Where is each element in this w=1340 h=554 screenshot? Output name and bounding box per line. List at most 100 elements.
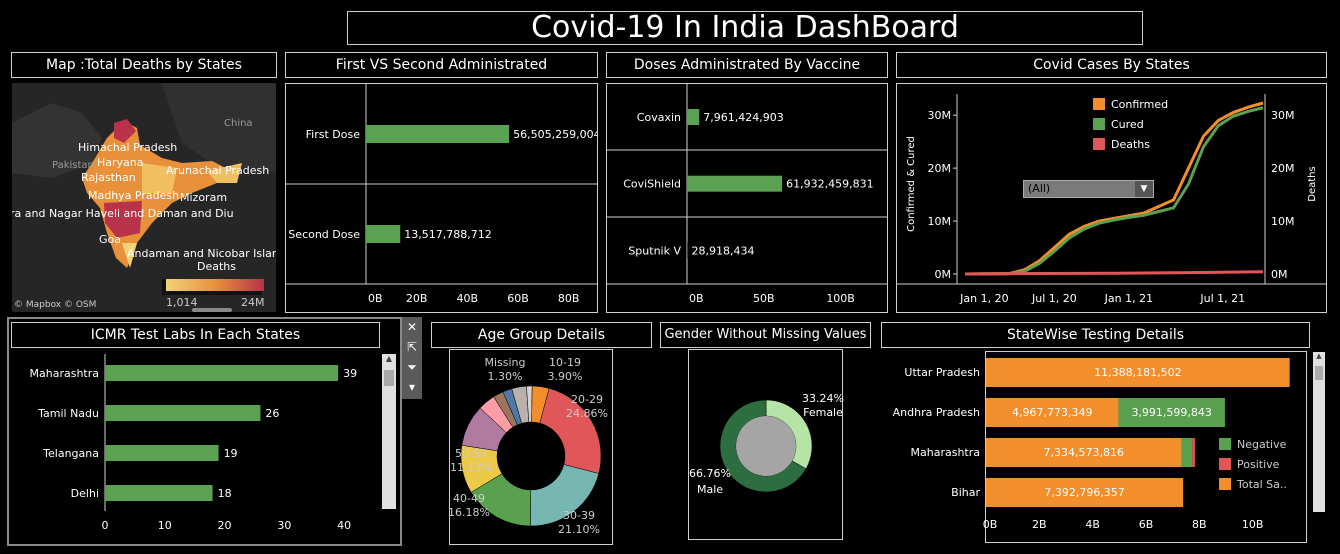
- map-resize-handle[interactable]: [192, 308, 232, 312]
- data-label: 11,388,181,502: [1094, 366, 1181, 379]
- age-group-title: Age Group Details: [431, 322, 652, 348]
- doses-by-vaccine-title: Doses Administrated By Vaccine: [606, 52, 888, 78]
- slice-pct: 21.10%: [558, 523, 600, 536]
- first-vs-second-chart: First Dose 56,505,259,004 Second Dose 13,51…: [286, 84, 601, 305]
- legend-label: Cured: [1111, 118, 1144, 131]
- first-vs-second-title: First VS Second Administrated: [285, 52, 598, 78]
- slice-label: Missing: [484, 356, 525, 369]
- category-label: Delhi: [71, 487, 99, 500]
- panel-controls: ✕ ⇱ ⏷ ▾: [402, 317, 422, 399]
- slice-pct: 16.18%: [448, 506, 490, 519]
- slice-pct: 11.13%: [450, 461, 492, 474]
- more-options-icon[interactable]: ▾: [402, 377, 422, 397]
- slice-label: 20-29: [571, 393, 603, 406]
- icmr-scrollbar[interactable]: ▲: [382, 354, 396, 509]
- y-tick-label-left: 10M: [928, 215, 952, 228]
- bar: [366, 125, 510, 143]
- gender-chart: 33.24%Female 66.76% Male: [689, 392, 844, 496]
- cases-by-states-panel: 0M 0M 10M 10M 20M 20M 30M 30M Jan 1, 20 Jul 1, 20…: [896, 83, 1327, 313]
- dashboard-title: Covid-19 In India DashBoard: [347, 11, 1143, 45]
- scroll-up-icon[interactable]: ▲: [1313, 352, 1325, 364]
- category-label: Second Dose: [288, 228, 360, 241]
- y-tick-label-right: 30M: [1271, 109, 1295, 122]
- statewise-chart: Uttar Pradesh 11,388,181,502 Andhra Prades…: [893, 358, 1290, 531]
- tick-label: 20B: [406, 292, 428, 305]
- legend-swatch: [1093, 98, 1105, 110]
- legend-swatch: [1219, 478, 1231, 490]
- tick-label: 60B: [507, 292, 529, 305]
- bar-segment: [1181, 438, 1193, 467]
- tick-label: 0B: [689, 292, 704, 305]
- category-label: Andhra Pradesh: [893, 406, 980, 419]
- slice-pct: 1.30%: [488, 370, 523, 383]
- tick-label: 0: [102, 519, 109, 532]
- statewise-scrollbar[interactable]: ▲: [1313, 352, 1325, 512]
- tick-label: 50B: [753, 292, 775, 305]
- icmr-panel[interactable]: Maharashtra 39 Tamil Nadu 26 Telangana 19 Delh…: [7, 317, 402, 546]
- bar: [105, 365, 339, 381]
- legend-label: Positive: [1237, 458, 1280, 471]
- state-filter-dropdown[interactable]: (All) ▼: [1023, 180, 1154, 198]
- data-label: 7,961,424,903: [703, 111, 783, 124]
- slice-pct: 3.90%: [548, 370, 583, 383]
- tick-label: 30: [277, 519, 291, 532]
- map-state-label: Madhya Pradesh: [88, 189, 180, 202]
- chevron-down-icon[interactable]: ▼: [1135, 181, 1153, 197]
- slice-pct: 24.86%: [566, 407, 608, 420]
- category-label: CoviShield: [623, 178, 681, 191]
- filter-icon[interactable]: ⏷: [402, 357, 422, 377]
- x-tick-label: Jul 1, 21: [1199, 292, 1245, 305]
- tick-label: 100B: [826, 292, 855, 305]
- legend-swatch: [1093, 118, 1105, 130]
- cases-by-states-title: Covid Cases By States: [896, 52, 1327, 78]
- slice-label: 10-19: [549, 356, 581, 369]
- data-label: 13,517,788,712: [404, 228, 491, 241]
- age-group-chart: Missing1.30% 10-193.90% 20-2924.86% 30-3921…: [448, 356, 608, 536]
- map-state-label: Goa: [99, 233, 121, 246]
- x-tick-label: Jul 1, 20: [1031, 292, 1077, 305]
- tick-label: 2B: [1032, 518, 1047, 531]
- scroll-up-icon[interactable]: ▲: [382, 354, 396, 368]
- map-state-label: Haryana: [97, 156, 144, 169]
- map-state-label: Himachal Pradesh: [78, 141, 178, 154]
- state-filter-value: (All): [1028, 182, 1051, 195]
- data-label: 56,505,259,004: [513, 128, 597, 141]
- bar-segment: [1192, 438, 1195, 467]
- map-legend-title: Deaths: [197, 260, 236, 273]
- tick-label: 0B: [368, 292, 383, 305]
- legend-swatch: [1093, 138, 1105, 150]
- map-legend-max: 24M: [241, 296, 265, 309]
- category-label: First Dose: [306, 128, 361, 141]
- slice-label: Female: [803, 406, 843, 419]
- category-label: Covaxin: [637, 111, 681, 124]
- tick-label: 40B: [457, 292, 479, 305]
- bar: [687, 175, 783, 192]
- close-icon[interactable]: ✕: [402, 317, 422, 337]
- data-label: 39: [343, 367, 357, 380]
- data-label: 7,334,573,816: [1044, 446, 1124, 459]
- map-view[interactable]: China Pakistan Himachal Pradesh Haryana …: [12, 83, 276, 312]
- map-state-label: Rajasthan: [81, 171, 136, 184]
- tick-label: 10: [158, 519, 172, 532]
- map-state-label: Andaman and Nicobar Islands: [127, 247, 276, 260]
- category-label: Tamil Nadu: [37, 407, 99, 420]
- map-legend-gradient: [166, 279, 264, 291]
- slice-label: 50-59: [455, 447, 487, 460]
- map-panel-title: Map :Total Deaths by States: [11, 52, 277, 78]
- legend-label: Confirmed: [1111, 98, 1168, 111]
- category-label: Telangana: [42, 447, 99, 460]
- data-label: 28,918,434: [692, 244, 755, 257]
- legend-swatch: [1219, 438, 1231, 450]
- scrollbar-thumb[interactable]: [384, 370, 394, 386]
- tick-label: 40: [337, 519, 351, 532]
- tick-label: 20: [218, 519, 232, 532]
- map-country-label: China: [224, 118, 253, 129]
- cases-line-chart: 0M 0M 10M 10M 20M 20M 30M 30M Jan 1, 20 Jul 1, 20…: [897, 94, 1326, 305]
- first-vs-second-panel: First Dose 56,505,259,004 Second Dose 13,51…: [285, 83, 601, 313]
- popout-icon[interactable]: ⇱: [402, 337, 422, 357]
- category-label: Bihar: [951, 486, 980, 499]
- scrollbar-thumb[interactable]: [1315, 366, 1323, 380]
- data-label: 3,991,599,843: [1131, 406, 1211, 419]
- tick-label: 80B: [558, 292, 580, 305]
- slice-pct: 66.76%: [689, 467, 731, 480]
